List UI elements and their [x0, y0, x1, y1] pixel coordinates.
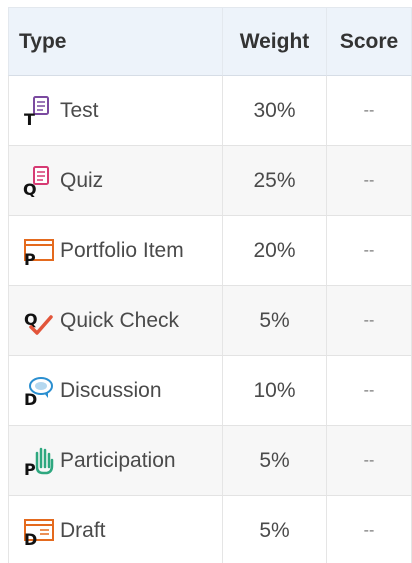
weight-cell: 10% — [223, 356, 327, 426]
quick-check-icon: Q — [22, 305, 58, 337]
type-label: Quick Check — [60, 308, 180, 332]
score-cell: -- — [327, 286, 412, 356]
weight-cell: 5% — [223, 426, 327, 496]
type-label: Quiz — [60, 168, 104, 192]
score-cell: -- — [327, 146, 412, 216]
svg-text:P: P — [24, 460, 36, 477]
type-cell: Q Quiz — [8, 146, 223, 216]
assignment-weights-table-container: Type Weight Score T Test 30% -- Q Quiz 2… — [8, 7, 412, 563]
score-cell: -- — [327, 356, 412, 426]
table-row: T Test 30% -- — [8, 76, 412, 146]
weight-cell: 25% — [223, 146, 327, 216]
type-label: Draft — [60, 518, 106, 542]
svg-text:D: D — [24, 530, 37, 547]
type-cell: T Test — [8, 76, 223, 146]
svg-text:P: P — [24, 250, 36, 267]
discussion-icon: D — [22, 375, 58, 407]
type-label: Portfolio Item — [60, 238, 184, 262]
weight-cell: 30% — [223, 76, 327, 146]
type-cell: Q Quick Check — [8, 286, 223, 356]
assignment-weights-table: Type Weight Score T Test 30% -- Q Quiz 2… — [8, 7, 412, 563]
type-label: Test — [60, 98, 99, 122]
score-cell: -- — [327, 216, 412, 286]
score-cell: -- — [327, 496, 412, 563]
type-cell: D Discussion — [8, 356, 223, 426]
table-row: D Discussion 10% -- — [8, 356, 412, 426]
column-header-type[interactable]: Type — [8, 7, 223, 76]
portfolio-item-icon: P — [22, 235, 58, 267]
svg-text:Q: Q — [23, 180, 37, 197]
participation-icon: P — [22, 445, 58, 477]
table-row: P Participation 5% -- — [8, 426, 412, 496]
column-header-weight[interactable]: Weight — [223, 7, 327, 76]
score-cell: -- — [327, 426, 412, 496]
weight-cell: 5% — [223, 286, 327, 356]
score-cell: -- — [327, 76, 412, 146]
table-row: P Portfolio Item 20% -- — [8, 216, 412, 286]
type-label: Participation — [60, 448, 176, 472]
svg-text:T: T — [24, 110, 35, 127]
type-cell: D Draft — [8, 496, 223, 563]
weight-cell: 5% — [223, 496, 327, 563]
table-row: D Draft 5% -- — [8, 496, 412, 563]
test-icon: T — [22, 95, 58, 127]
table-row: Q Quick Check 5% -- — [8, 286, 412, 356]
table-row: Q Quiz 25% -- — [8, 146, 412, 216]
draft-icon: D — [22, 515, 58, 547]
type-cell: P Portfolio Item — [8, 216, 223, 286]
quiz-icon: Q — [22, 165, 58, 197]
type-label: Discussion — [60, 378, 162, 402]
type-cell: P Participation — [8, 426, 223, 496]
table-header-row: Type Weight Score — [8, 7, 412, 76]
column-header-score[interactable]: Score — [327, 7, 412, 76]
weight-cell: 20% — [223, 216, 327, 286]
svg-text:D: D — [24, 390, 37, 407]
